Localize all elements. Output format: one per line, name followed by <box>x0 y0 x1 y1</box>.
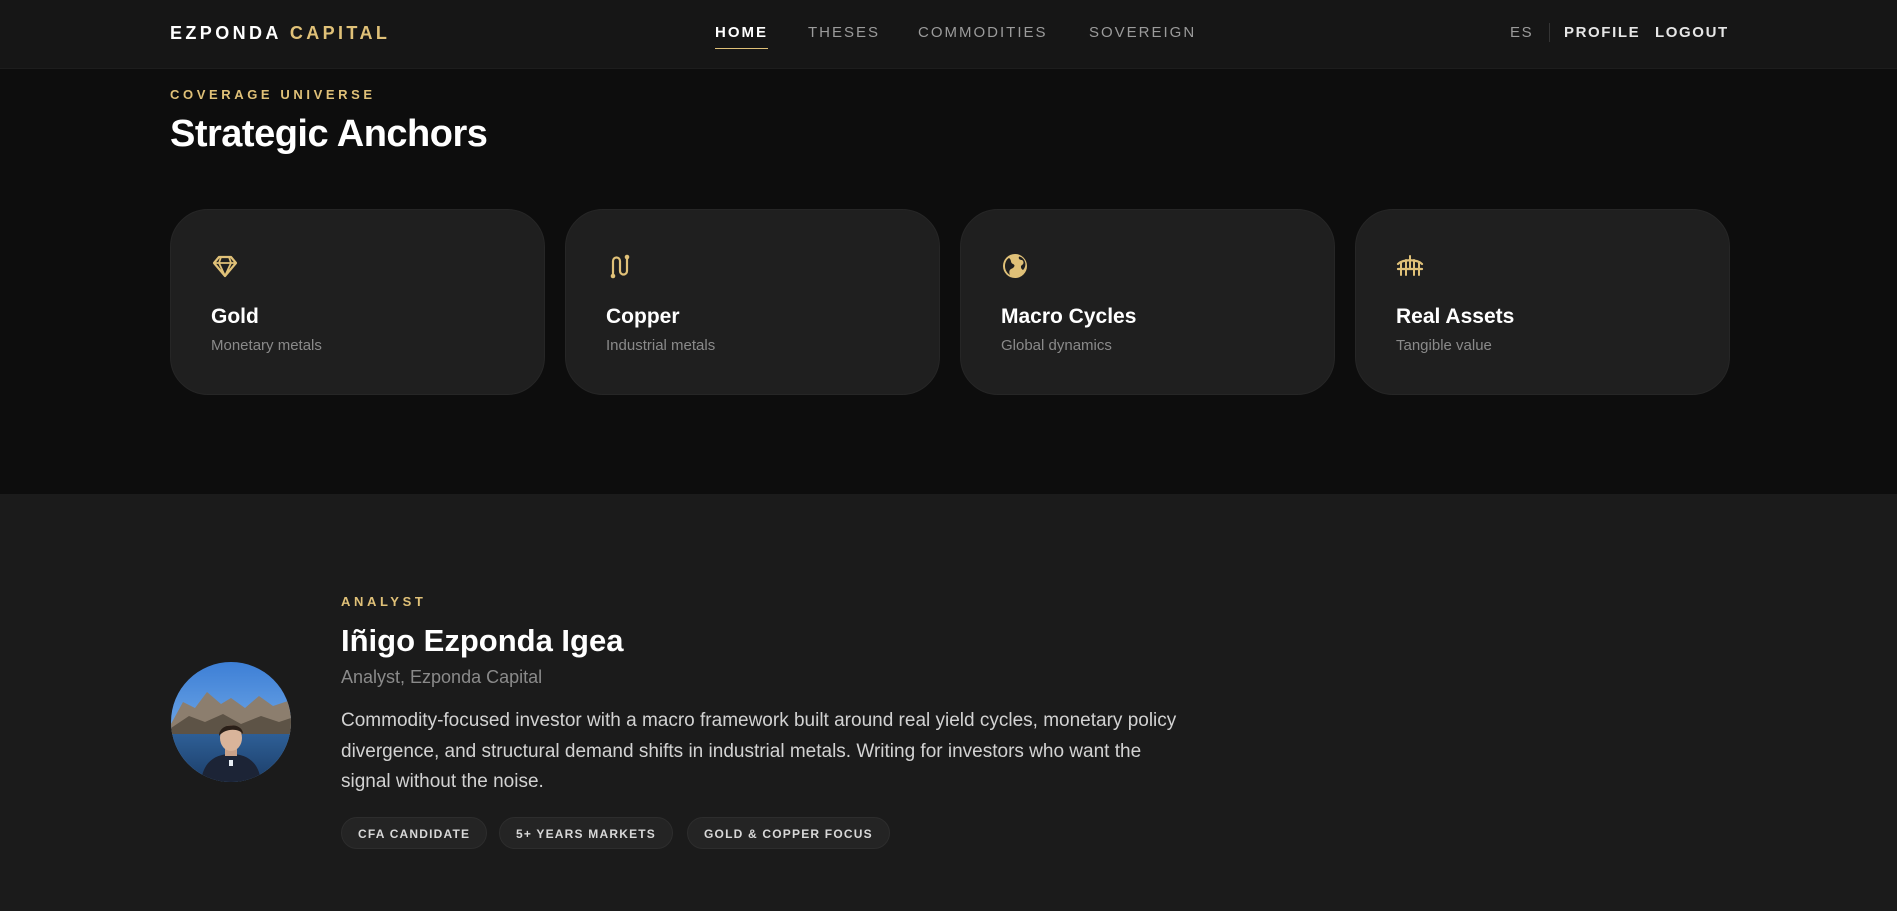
language-toggle[interactable]: ES <box>1510 24 1533 41</box>
card-title: Macro Cycles <box>1001 305 1137 328</box>
coverage-section: COVERAGE UNIVERSE Strategic Anchors Gold… <box>0 69 1897 494</box>
section-title: Strategic Anchors <box>170 113 488 155</box>
card-subtitle: Industrial metals <box>606 337 716 354</box>
card-subtitle: Tangible value <box>1396 337 1492 354</box>
analyst-role: Analyst, Ezponda Capital <box>341 667 543 687</box>
analyst-eyebrow: ANALYST <box>341 594 427 609</box>
avatar <box>171 662 291 782</box>
profile-link[interactable]: PROFILE <box>1564 24 1640 41</box>
nav-divider <box>1549 23 1550 42</box>
badge-cfa-candidate: CFA CANDIDATE <box>341 817 488 849</box>
card-subtitle: Global dynamics <box>1001 337 1112 354</box>
route-icon <box>610 254 630 279</box>
coverage-eyebrow: COVERAGE UNIVERSE <box>170 87 376 102</box>
nav-link-sovereign[interactable]: SOVEREIGN <box>1089 24 1196 41</box>
card-title: Gold <box>211 305 259 328</box>
globe-icon <box>1003 254 1027 278</box>
bridge-icon <box>1396 255 1424 276</box>
card-title: Real Assets <box>1396 305 1515 328</box>
coverage-card-macro-cycles[interactable]: Macro Cycles Global dynamics <box>960 209 1335 395</box>
top-navbar: EZPONDA CAPITAL HOME THESES COMMODITIES S… <box>0 0 1897 69</box>
analyst-bio: Commodity-focused investor with a macro … <box>341 710 1177 792</box>
card-title: Copper <box>606 305 680 328</box>
nav-link-theses[interactable]: THESES <box>808 24 880 41</box>
analyst-name: Iñigo Ezponda Igea <box>341 623 624 658</box>
card-subtitle: Monetary metals <box>211 337 322 354</box>
coverage-card-gold[interactable]: Gold Monetary metals <box>170 209 545 395</box>
coverage-card-copper[interactable]: Copper Industrial metals <box>565 209 940 395</box>
nav-link-home[interactable]: HOME <box>715 24 768 49</box>
nav-link-commodities[interactable]: COMMODITIES <box>918 24 1048 41</box>
analyst-section: ANALYST Iñigo Ezponda Igea Analyst, Ezpo… <box>0 494 1897 911</box>
badge-years-markets: 5+ YEARS MARKETS <box>499 817 674 849</box>
logout-link[interactable]: LOGOUT <box>1655 24 1729 41</box>
diamond-icon <box>212 255 238 278</box>
coverage-card-real-assets[interactable]: Real Assets Tangible value <box>1355 209 1730 395</box>
analyst-photo <box>171 662 291 782</box>
badge-gold-copper-focus: GOLD & COPPER FOCUS <box>687 817 890 849</box>
